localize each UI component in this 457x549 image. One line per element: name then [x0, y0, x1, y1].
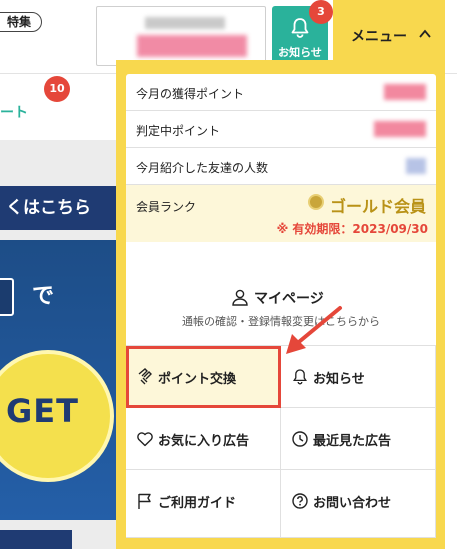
heart-icon — [137, 432, 153, 447]
referrals-row: 今月紹介した友達の人数 — [126, 148, 436, 185]
guide-label: ご利用ガイド — [158, 496, 237, 511]
annotation-arrow — [286, 306, 342, 354]
notification-label: お知らせ — [278, 46, 322, 59]
person-icon — [232, 289, 248, 306]
user-name-redacted — [145, 17, 225, 29]
monthly-points-row: 今月の獲得ポイント — [126, 74, 436, 111]
promo-banner[interactable]: くはこちら — [0, 186, 116, 230]
contact-link[interactable]: お問い合わせ — [281, 470, 436, 538]
contact-label: お問い合わせ — [313, 496, 392, 511]
referrals-label: 今月紹介した友達の人数 — [136, 161, 269, 175]
favorites-label: お気に入り広告 — [158, 434, 250, 449]
sub-tab-label[interactable]: ート — [0, 102, 28, 122]
feature-tag[interactable]: 特集 — [0, 12, 43, 32]
rank-expiry: ※ 有効期限：2023/09/30 — [276, 222, 428, 236]
favorites-link[interactable]: お気に入り広告 — [126, 408, 281, 470]
referrals-value-redacted — [406, 158, 426, 174]
rank-name: ゴールド会員 — [330, 197, 427, 216]
menu-label: メニュー — [351, 29, 407, 45]
member-rank-row: 会員ランク ゴールド会員 ※ 有効期限：2023/09/30 — [126, 185, 436, 242]
promo-text: で — [32, 284, 55, 309]
flag-icon — [138, 493, 151, 509]
pending-points-value-redacted — [374, 121, 426, 137]
promo-thumbnail[interactable] — [0, 530, 72, 549]
history-icon — [292, 431, 308, 447]
user-info-box[interactable] — [96, 6, 266, 66]
notification-count-badge: 3 — [309, 0, 333, 24]
recent-ads-link[interactable]: 最近見た広告 — [281, 408, 436, 470]
sub-tab-badge: 10 — [44, 76, 70, 102]
point-exchange-label: ポイント交換 — [158, 372, 237, 387]
bell-icon — [293, 369, 307, 385]
recent-ads-label: 最近見た広告 — [313, 434, 392, 449]
bell-icon — [291, 18, 309, 38]
exchange-icon — [138, 368, 152, 385]
promo-image[interactable]: で GET — [0, 240, 116, 520]
monthly-points-label: 今月の獲得ポイント — [136, 87, 245, 101]
question-icon — [292, 493, 308, 509]
guide-link[interactable]: ご利用ガイド — [126, 470, 281, 538]
gold-medal-icon — [308, 194, 324, 210]
monthly-points-value-redacted — [384, 84, 426, 100]
promo-get-text: GET — [6, 392, 79, 430]
point-exchange-link[interactable]: ポイント交換 — [126, 346, 281, 408]
notice-label: お知らせ — [313, 372, 365, 387]
promo-box — [0, 278, 14, 316]
chevron-up-icon — [419, 29, 431, 38]
pending-points-label: 判定中ポイント — [136, 124, 221, 138]
pending-points-row: 判定中ポイント — [126, 111, 436, 148]
rank-label: 会員ランク — [136, 200, 197, 214]
user-points-redacted — [137, 35, 247, 57]
